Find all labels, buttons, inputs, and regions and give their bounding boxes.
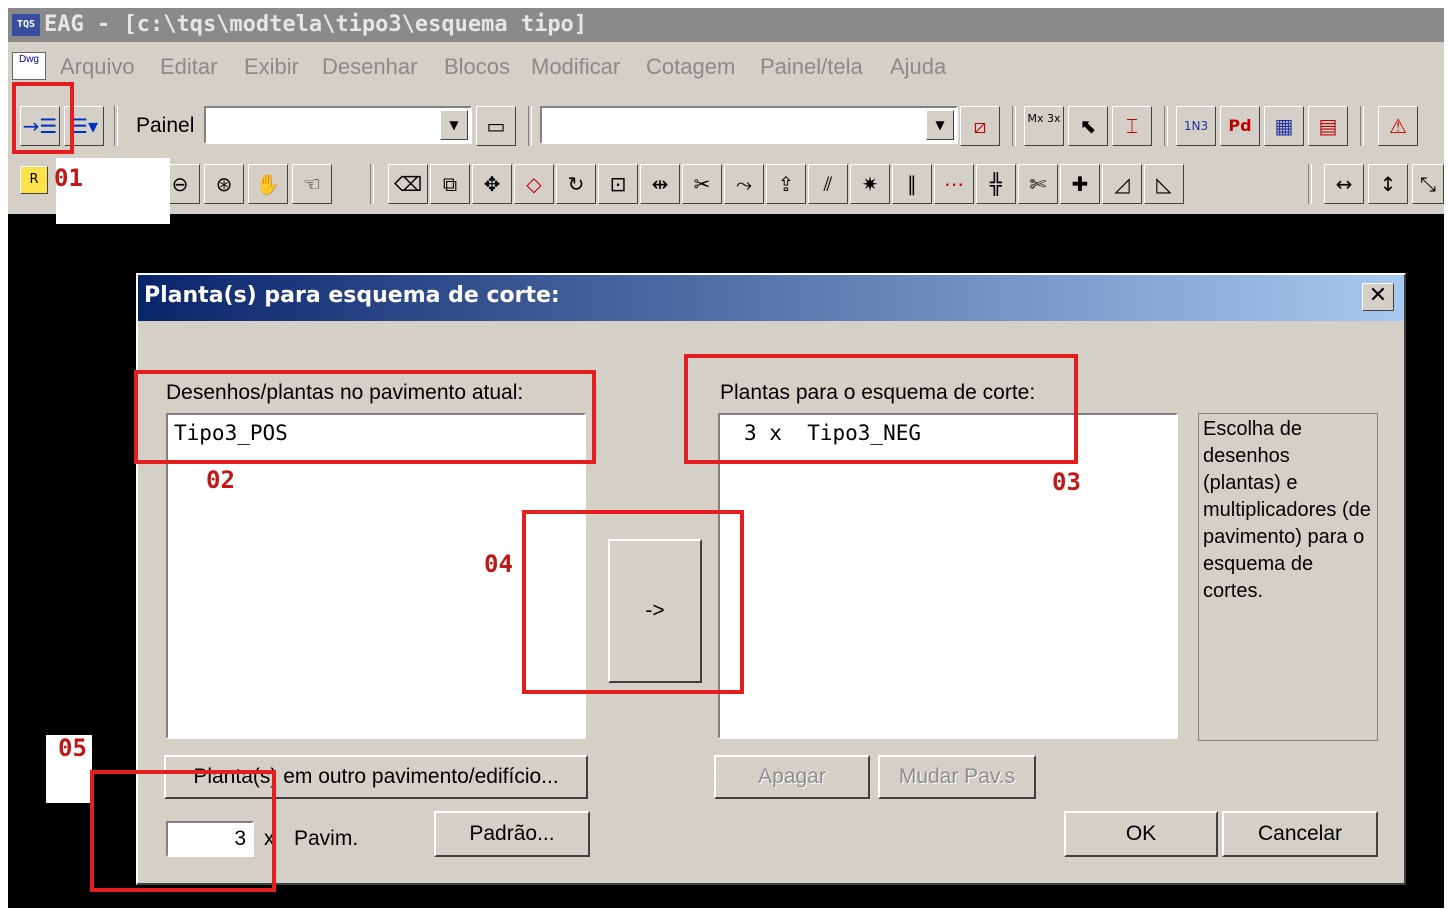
- chevron-down-icon[interactable]: ▼: [926, 110, 954, 140]
- parallel-icon[interactable]: ∥: [892, 164, 932, 204]
- app-icon: TQS: [12, 14, 40, 36]
- menu-cotagem[interactable]: Cotagem: [646, 54, 735, 80]
- menu-editar[interactable]: Editar: [160, 54, 217, 80]
- pan-hand-icon[interactable]: ✋: [248, 164, 288, 204]
- menubar: Dwg Arquivo Editar Exibir Desenhar Bloco…: [8, 42, 1444, 92]
- matrix-copy-icon[interactable]: Mx 3x: [1024, 106, 1064, 146]
- menu-desenhar[interactable]: Desenhar: [322, 54, 417, 80]
- select-icon[interactable]: ⬉: [1068, 106, 1108, 146]
- toolbar-drawing: R ⊖ ⊛ ✋ ☜ ⌫ ⧉ ✥ ◇ ↻ ⊡ ⇹ ✂ ⤳ ⇪ ⫽ ✷ ∥ ⋯ ╬ …: [8, 158, 1444, 214]
- menu-ajuda[interactable]: Ajuda: [890, 54, 946, 80]
- delete-button[interactable]: Apagar: [714, 755, 870, 799]
- toolbar-separator: [1164, 106, 1168, 146]
- toolbar-separator: [370, 164, 374, 204]
- window-titlebar: TQS EAG - [c:\tqs\modtela\tipo3\esquema …: [8, 8, 1444, 42]
- extend-icon[interactable]: ⤳: [724, 164, 764, 204]
- table-edit-icon[interactable]: ▤: [1308, 106, 1348, 146]
- menu-exibir[interactable]: Exibir: [244, 54, 299, 80]
- menu-modificar[interactable]: Modificar: [531, 54, 620, 80]
- stretch-icon[interactable]: ◇: [514, 164, 554, 204]
- offset-icon[interactable]: ⫽: [808, 164, 848, 204]
- default-button[interactable]: Padrão...: [434, 811, 590, 857]
- painel-label: Painel: [136, 114, 195, 137]
- annotation-label-05: 05: [58, 734, 87, 762]
- menu-blocos[interactable]: Blocos: [444, 54, 510, 80]
- annotation-box-03: [684, 354, 1078, 464]
- eraser-icon[interactable]: ⌫: [388, 164, 428, 204]
- chamfer-icon[interactable]: ◺: [1144, 164, 1184, 204]
- layer-combo[interactable]: ▼: [540, 106, 958, 144]
- mirror-icon[interactable]: ⇹: [640, 164, 680, 204]
- fillet-icon[interactable]: ◿: [1102, 164, 1142, 204]
- annotation-label-04: 04: [484, 550, 513, 578]
- dialog-title: Planta(s) para esquema de corte:: [144, 283, 560, 308]
- color-box-icon[interactable]: ⧄: [960, 106, 1000, 146]
- point-icon[interactable]: ✚: [1060, 164, 1100, 204]
- break-icon[interactable]: ⋯: [934, 164, 974, 204]
- annotation-box-05: [90, 770, 276, 892]
- pd-icon[interactable]: Pd: [1220, 106, 1260, 146]
- cancel-button[interactable]: Cancelar: [1222, 811, 1378, 857]
- chevron-down-icon[interactable]: ▼: [440, 110, 468, 140]
- cut-icon[interactable]: ✄: [1018, 164, 1058, 204]
- document-icon[interactable]: Dwg: [12, 52, 46, 80]
- ok-button[interactable]: OK: [1064, 811, 1218, 857]
- toolbar-main: →☰ ☰▾ Painel ▼ ▭ ▼ ⧄ Mx 3x ⬉ ⌶ 1N3 Pd ▦ …: [8, 92, 1444, 158]
- rotate-icon[interactable]: ↻: [556, 164, 596, 204]
- table-icon[interactable]: ▦: [1264, 106, 1304, 146]
- annotation-label-02: 02: [206, 466, 235, 494]
- toolbar-separator: [114, 106, 118, 146]
- change-floor-button[interactable]: Mudar Pav.s: [878, 755, 1036, 799]
- dim-more-icon[interactable]: ⤡: [1412, 164, 1444, 204]
- annotation-label-03: 03: [1052, 468, 1081, 496]
- painel-combo[interactable]: ▼: [204, 106, 472, 144]
- dim-vertical-icon[interactable]: ↕: [1368, 164, 1408, 204]
- toolbar-separator: [1012, 106, 1016, 146]
- trim-icon[interactable]: ✂: [682, 164, 722, 204]
- dim-horizontal-icon[interactable]: ↔: [1324, 164, 1364, 204]
- scale-icon[interactable]: ⊡: [598, 164, 638, 204]
- zoom-window-icon[interactable]: ⊛: [204, 164, 244, 204]
- window-frame-icon[interactable]: ▭: [476, 106, 516, 146]
- toolbar-separator: [1360, 106, 1364, 146]
- window-title: EAG - [c:\tqs\modtela\tipo3\esquema tipo…: [44, 12, 588, 37]
- annotation-box-01: [12, 82, 74, 154]
- explode-icon[interactable]: ✷: [850, 164, 890, 204]
- dialog-titlebar: Planta(s) para esquema de corte: ✕: [138, 275, 1404, 321]
- pan-realtime-icon[interactable]: ☜: [292, 164, 332, 204]
- dimension-mark-icon[interactable]: ⌶: [1112, 106, 1152, 146]
- hint-text: Escolha de desenhos (plantas) e multipli…: [1198, 413, 1378, 741]
- toolbar-separator: [528, 106, 532, 146]
- menu-painel-tela[interactable]: Painel/tela: [760, 54, 863, 80]
- zoom-alert-icon[interactable]: ⚠: [1378, 106, 1418, 146]
- annotation-box-04: [522, 510, 744, 694]
- pavim-label: Pavim.: [294, 827, 359, 850]
- split-icon[interactable]: ╬: [976, 164, 1016, 204]
- toolbar-separator: [1308, 164, 1312, 204]
- move-icon[interactable]: ✥: [472, 164, 512, 204]
- numbering-icon[interactable]: 1N3: [1176, 106, 1216, 146]
- menu-arquivo[interactable]: Arquivo: [60, 54, 135, 80]
- annotation-label-01: 01: [54, 164, 83, 192]
- annotation-box-02: [134, 370, 596, 464]
- r-icon[interactable]: R: [20, 166, 48, 194]
- align-icon[interactable]: ⇪: [766, 164, 806, 204]
- close-icon[interactable]: ✕: [1362, 283, 1394, 311]
- copy-icon[interactable]: ⧉: [430, 164, 470, 204]
